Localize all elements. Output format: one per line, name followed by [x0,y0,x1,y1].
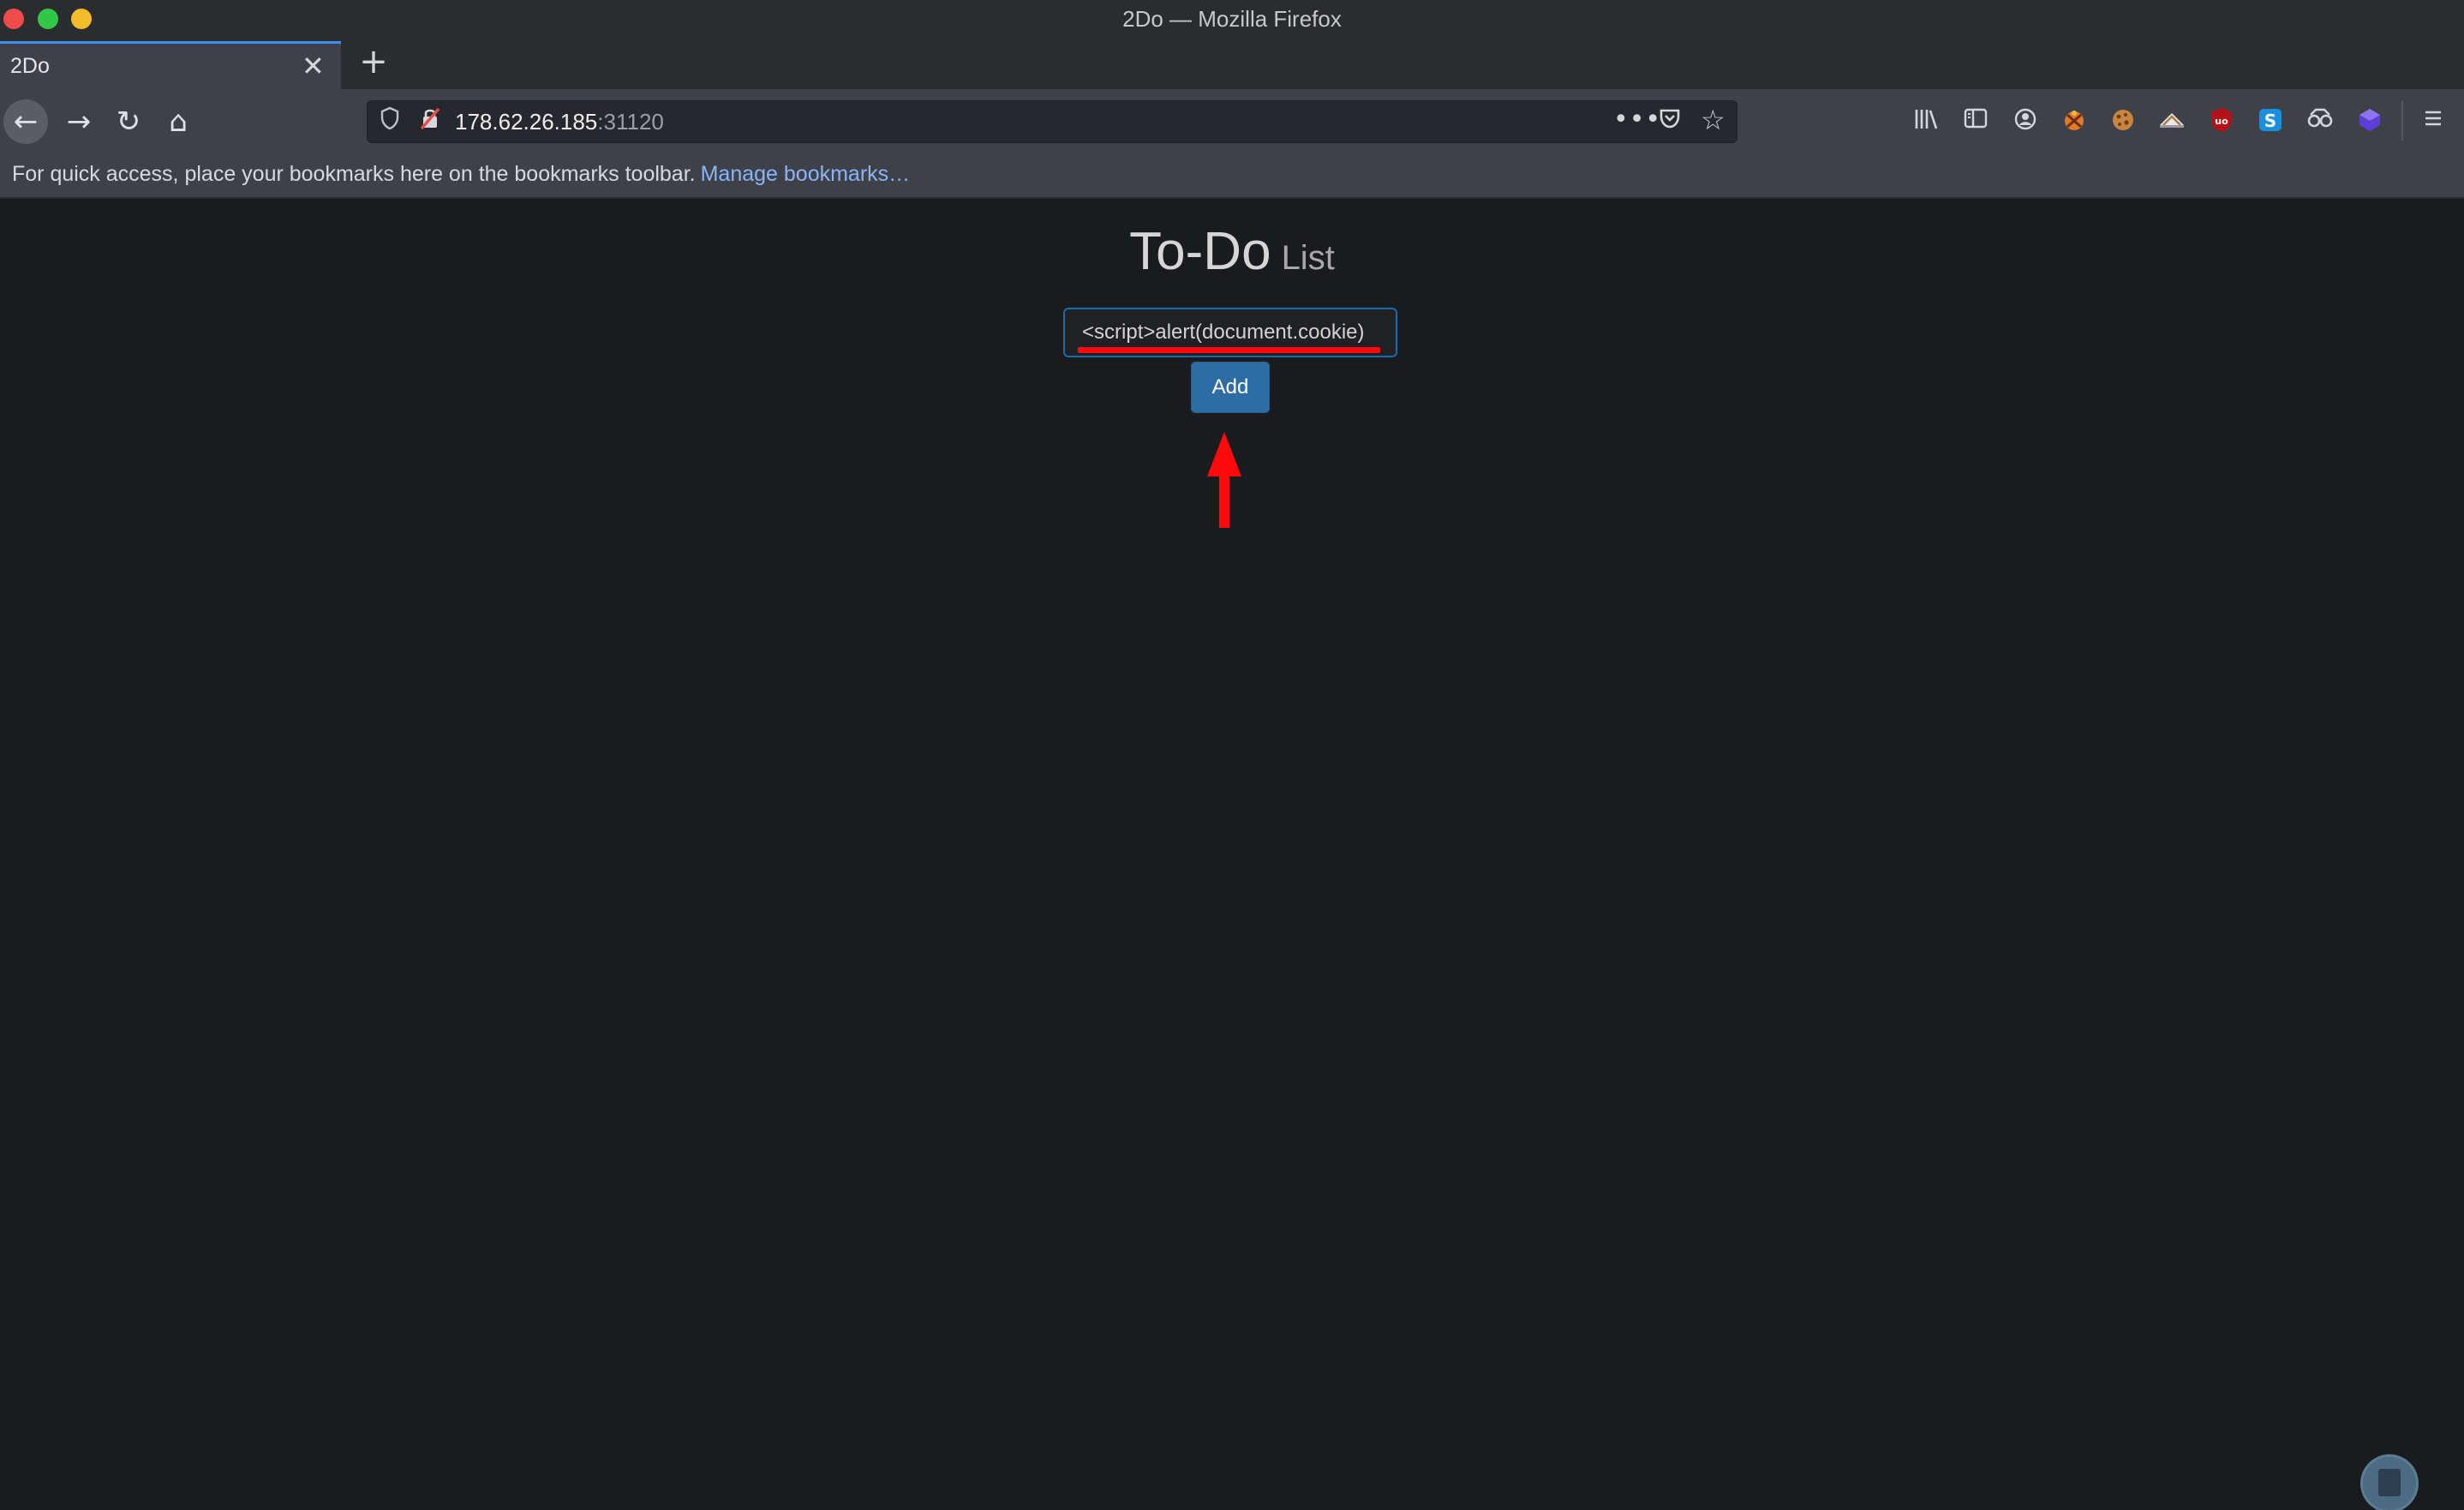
purple-cube-icon[interactable] [2354,106,2385,137]
cookie-extension-icon[interactable] [2059,106,2090,137]
add-button[interactable]: Add [1191,362,1270,413]
sidebar-icon[interactable] [1960,106,1991,137]
url-host: 178.62.26.185 [455,109,598,135]
toolbar-separator [2401,101,2403,141]
bookmark-star-icon[interactable]: ☆ [1701,105,1725,135]
cookie-editor-icon[interactable] [2108,106,2138,137]
s-extension-icon[interactable]: S [2255,106,2286,137]
url-port: :31120 [597,109,664,135]
svg-text:S: S [2264,111,2276,131]
clipboard-icon[interactable] [2363,1457,2416,1510]
ublock-origin-icon[interactable]: uo [2206,106,2237,137]
page-content: To-Do List Add [0,199,2464,1510]
tracking-shield-icon[interactable] [380,106,400,138]
annotation-underline [1078,347,1380,353]
library-icon[interactable] [1911,106,1941,137]
wappalyzer-icon[interactable] [2156,106,2187,137]
heading-main: To-Do [1129,222,1271,281]
new-tab-button[interactable]: + [355,43,392,81]
bookmarks-toolbar: For quick access, place your bookmarks h… [0,153,2464,199]
pocket-icon[interactable] [1658,106,1682,138]
window-titlebar: 2Do — Mozilla Firefox [0,0,2464,39]
tab-title: 2Do [10,54,50,78]
bookmarks-hint-text: For quick access, place your bookmarks h… [12,162,696,186]
tab-2do[interactable]: 2Do ✕ [0,41,341,89]
spy-glasses-icon[interactable] [2305,106,2335,137]
page-heading: To-Do List [0,221,2464,282]
heading-sub: List [1281,239,1335,277]
page-actions-icon[interactable]: ••• [1613,105,1661,135]
navigation-toolbar: ← → ↻ ⌂ 178.62.26.185:31120 ••• ☆ uo S [0,89,2464,153]
forward-button[interactable]: → [57,99,101,144]
window-title: 2Do — Mozilla Firefox [1122,6,1342,32]
back-button[interactable]: ← [3,99,48,144]
svg-text:uo: uo [2215,116,2228,127]
url-text[interactable]: 178.62.26.185:31120 [455,109,664,135]
menu-icon[interactable] [2418,106,2449,137]
annotation-arrow-icon [1207,432,1241,528]
address-bar[interactable]: 178.62.26.185:31120 ••• ☆ [367,100,1737,143]
account-icon[interactable] [2010,106,2041,137]
home-button[interactable]: ⌂ [156,99,200,144]
insecure-lock-icon[interactable] [419,106,441,139]
manage-bookmarks-link[interactable]: Manage bookmarks… [701,162,911,186]
reload-button[interactable]: ↻ [106,99,151,144]
close-tab-icon[interactable]: ✕ [302,51,325,81]
bookmarks-message: For quick access, place your bookmarks h… [12,162,910,187]
